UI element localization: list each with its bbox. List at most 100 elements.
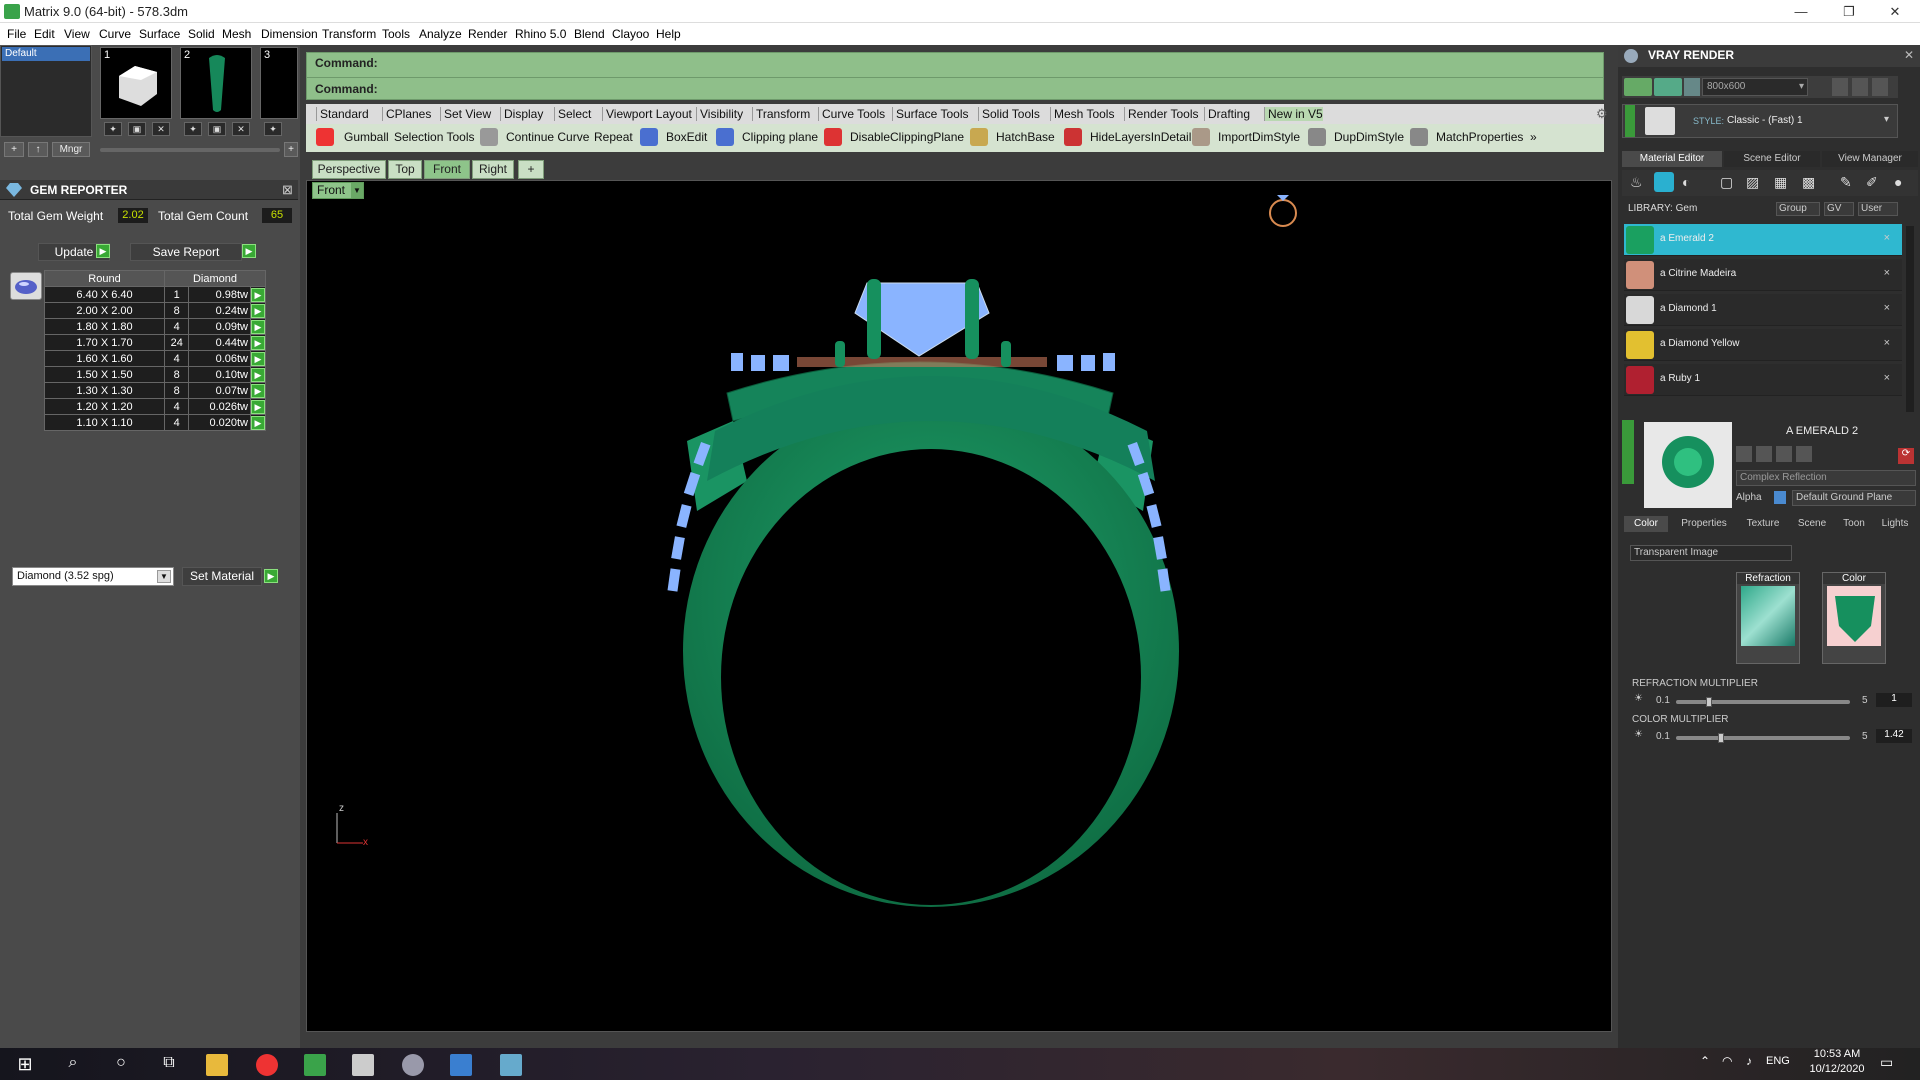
tab-new-in-v5[interactable]: New in V5 bbox=[1264, 107, 1323, 121]
menu-mesh[interactable]: Mesh bbox=[222, 27, 251, 41]
remove-material-icon[interactable]: × bbox=[1884, 232, 1890, 244]
thumb-add-icon[interactable]: ✦ bbox=[104, 122, 122, 136]
add-layer-button[interactable]: + bbox=[4, 142, 24, 157]
notepad-icon[interactable] bbox=[500, 1054, 522, 1076]
texture-icon[interactable]: ▨ bbox=[1746, 174, 1759, 191]
subtab-texture[interactable]: Texture bbox=[1738, 516, 1788, 532]
copy-icon[interactable] bbox=[1756, 446, 1772, 462]
disable-clipping-icon[interactable] bbox=[824, 128, 842, 146]
tool-import-dim-style[interactable]: ImportDimStyle bbox=[1218, 130, 1300, 144]
camera-icon[interactable] bbox=[1684, 78, 1700, 96]
update-arrow-icon[interactable]: ▶ bbox=[96, 244, 110, 258]
row-arrow-icon[interactable]: ▶ bbox=[251, 351, 265, 366]
command-area[interactable]: Command: Command: bbox=[306, 52, 1604, 100]
row-arrow-icon[interactable]: ▶ bbox=[251, 287, 265, 302]
tool-clipping-plane[interactable]: Clipping plane bbox=[742, 130, 818, 144]
set-material-button[interactable]: Set Material bbox=[182, 567, 262, 586]
tray-chevron-icon[interactable]: ⌃ bbox=[1700, 1054, 1710, 1068]
task-view-icon[interactable]: ⧉ bbox=[158, 1054, 180, 1076]
user-button[interactable]: User bbox=[1858, 202, 1898, 216]
tab-scene-editor[interactable]: Scene Editor bbox=[1724, 151, 1820, 167]
tab-render-tools[interactable]: Render Tools bbox=[1124, 107, 1199, 121]
menu-view[interactable]: View bbox=[64, 27, 90, 41]
color-slider-knob[interactable] bbox=[1718, 733, 1724, 743]
sphere-icon[interactable]: ◐ bbox=[1682, 174, 1690, 190]
view-thumbnail-3[interactable]: 3 bbox=[260, 47, 298, 119]
tool-hatchbase[interactable]: HatchBase bbox=[996, 130, 1055, 144]
save-report-button[interactable]: Save Report bbox=[130, 243, 242, 261]
remove-material-icon[interactable]: × bbox=[1884, 372, 1890, 384]
import-icon[interactable] bbox=[1796, 446, 1812, 462]
thumb3-add-icon[interactable]: ✦ bbox=[264, 122, 282, 136]
save-icon[interactable] bbox=[1736, 446, 1752, 462]
thumb-add-button[interactable]: + bbox=[284, 142, 298, 157]
chevron-down-icon[interactable]: ▼ bbox=[351, 183, 363, 198]
set-material-arrow-icon[interactable]: ▶ bbox=[264, 569, 278, 583]
render-icon[interactable] bbox=[1624, 78, 1652, 96]
clock[interactable]: 10:53 AM 10/12/2020 bbox=[1802, 1047, 1872, 1077]
tool-disable-clipping-plane[interactable]: DisableClippingPlane bbox=[850, 130, 964, 144]
menu-edit[interactable]: Edit bbox=[34, 27, 55, 41]
tool-repeat[interactable]: Repeat bbox=[594, 130, 633, 144]
group-button[interactable]: Group bbox=[1776, 202, 1820, 216]
viewport-front[interactable]: z x bbox=[306, 180, 1612, 1032]
menu-transform[interactable]: Transform bbox=[322, 27, 376, 41]
paint-icon[interactable] bbox=[402, 1054, 424, 1076]
gumball-icon[interactable] bbox=[316, 128, 334, 146]
menu-file[interactable]: File bbox=[7, 27, 26, 41]
viewport-tab-front[interactable]: Front bbox=[424, 160, 470, 179]
notifications-icon[interactable]: ▭ bbox=[1880, 1054, 1893, 1071]
material-select[interactable]: Diamond (3.52 spg) ▼ bbox=[12, 567, 174, 586]
material-item[interactable]: a Diamond Yellow × bbox=[1624, 329, 1902, 361]
tab-select[interactable]: Select bbox=[554, 107, 591, 121]
row-arrow-icon[interactable]: ▶ bbox=[251, 335, 265, 350]
tab-curve-tools[interactable]: Curve Tools bbox=[818, 107, 885, 121]
chevron-down-icon[interactable]: ▼ bbox=[157, 570, 171, 583]
tab-display[interactable]: Display bbox=[500, 107, 543, 121]
tool-boxedit[interactable]: BoxEdit bbox=[666, 130, 707, 144]
maximize-button[interactable]: ❐ bbox=[1826, 0, 1872, 23]
thumb2-add-icon[interactable]: ✦ bbox=[184, 122, 202, 136]
tab-mesh-tools[interactable]: Mesh Tools bbox=[1050, 107, 1114, 121]
flame-icon[interactable]: ♨ bbox=[1630, 174, 1643, 191]
subtab-color[interactable]: Color bbox=[1624, 516, 1668, 532]
tab-cplanes[interactable]: CPlanes bbox=[382, 107, 431, 121]
remove-material-icon[interactable]: × bbox=[1884, 302, 1890, 314]
search-icon[interactable]: ⌕ bbox=[62, 1054, 84, 1076]
more-tools-button[interactable]: » bbox=[1530, 130, 1537, 144]
subtab-scene[interactable]: Scene bbox=[1790, 516, 1834, 532]
subtab-toon[interactable]: Toon bbox=[1836, 516, 1872, 532]
volume-icon[interactable]: ♪ bbox=[1746, 1054, 1752, 1068]
view-thumbnail-1[interactable]: 1 bbox=[100, 47, 172, 119]
subtab-lights[interactable]: Lights bbox=[1874, 516, 1916, 532]
style-expand-icon[interactable] bbox=[1625, 105, 1635, 137]
tab-surface-tools[interactable]: Surface Tools bbox=[892, 107, 969, 121]
tab-standard[interactable]: Standard bbox=[316, 107, 369, 121]
menu-curve[interactable]: Curve bbox=[99, 27, 131, 41]
row-arrow-icon[interactable]: ▶ bbox=[251, 303, 265, 318]
match-properties-icon[interactable] bbox=[1410, 128, 1428, 146]
color-value[interactable]: 1.42 bbox=[1876, 729, 1912, 743]
tool-dup-dim-style[interactable]: DupDimStyle bbox=[1334, 130, 1404, 144]
tab-view-manager[interactable]: View Manager bbox=[1822, 151, 1918, 167]
photos-icon[interactable] bbox=[450, 1054, 472, 1076]
tab-set-view[interactable]: Set View bbox=[440, 107, 491, 121]
tab-viewport-layout[interactable]: Viewport Layout bbox=[602, 107, 692, 121]
menu-help[interactable]: Help bbox=[656, 27, 681, 41]
gem-library-icon[interactable] bbox=[1654, 172, 1674, 192]
menu-solid[interactable]: Solid bbox=[188, 27, 215, 41]
refraction-value[interactable]: 1 bbox=[1876, 693, 1912, 707]
thumb-delete-icon[interactable]: ✕ bbox=[152, 122, 170, 136]
frame-buffer-icon[interactable] bbox=[1852, 78, 1868, 96]
file-explorer-icon[interactable] bbox=[206, 1054, 228, 1076]
alpha-toggle[interactable] bbox=[1774, 491, 1786, 504]
menu-tools[interactable]: Tools bbox=[382, 27, 410, 41]
layer-list[interactable]: Default bbox=[0, 45, 92, 137]
chevron-down-icon[interactable]: ▾ bbox=[1884, 114, 1889, 125]
chrome-icon[interactable] bbox=[256, 1054, 278, 1076]
tool-continue-curve[interactable]: Continue Curve bbox=[506, 130, 589, 144]
language-indicator[interactable]: ENG bbox=[1766, 1055, 1790, 1067]
refraction-slider-knob[interactable] bbox=[1706, 697, 1712, 707]
reflection-select[interactable]: Complex Reflection bbox=[1736, 470, 1916, 486]
tool-hide-layers-in-detail[interactable]: HideLayersInDetail bbox=[1090, 130, 1191, 144]
